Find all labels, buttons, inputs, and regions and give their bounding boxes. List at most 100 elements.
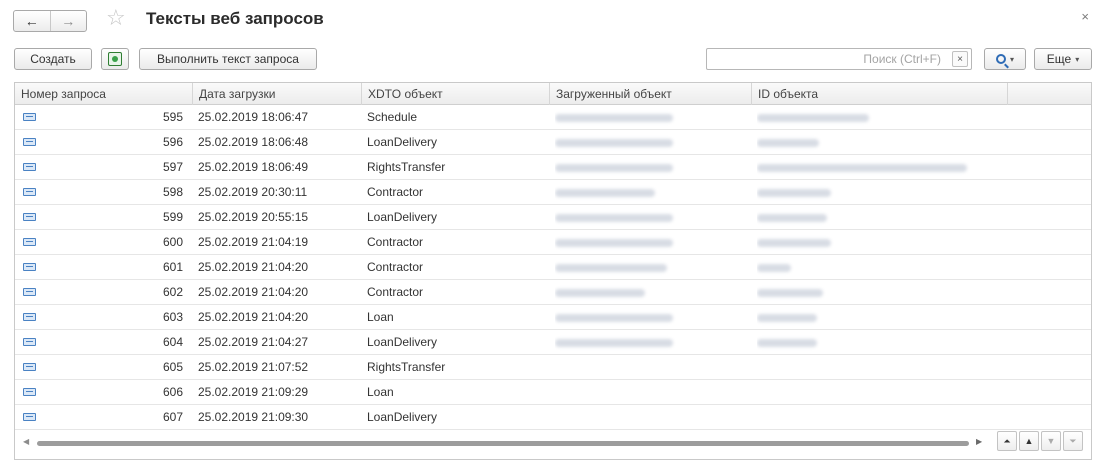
cell-xdto-object: RightsTransfer <box>367 360 446 374</box>
table-row[interactable]: 604 25.02.2019 21:04:27 LoanDelivery <box>15 330 1091 355</box>
cell-loaded-object-redacted <box>555 380 743 404</box>
cell-request-number: 602 <box>162 285 183 299</box>
cell-loaded-object-redacted <box>555 305 743 329</box>
column-header-request-number[interactable]: Номер запроса <box>15 83 193 105</box>
cell-loaded-object-redacted <box>555 130 743 154</box>
table-row[interactable]: 601 25.02.2019 21:04:20 Contractor <box>15 255 1091 280</box>
cell-object-id-redacted <box>757 180 987 204</box>
cell-request-number: 599 <box>162 210 183 224</box>
page-up-icon[interactable]: ▲ <box>1019 431 1039 451</box>
cell-loaded-object-redacted <box>555 230 743 254</box>
cell-xdto-object: Contractor <box>367 285 424 299</box>
cell-load-date: 25.02.2019 21:09:30 <box>198 410 309 424</box>
cell-request-number: 596 <box>162 135 183 149</box>
cell-xdto-object: RightsTransfer <box>367 160 446 174</box>
column-header-object-id[interactable]: ID объекта <box>752 83 1008 105</box>
cell-loaded-object-redacted <box>555 105 743 129</box>
table-row[interactable]: 602 25.02.2019 21:04:20 Contractor <box>15 280 1091 305</box>
cell-loaded-object-redacted <box>555 155 743 179</box>
table-row[interactable]: 606 25.02.2019 21:09:29 Loan <box>15 380 1091 405</box>
column-header-loaded-object[interactable]: Загруженный объект <box>550 83 752 105</box>
cell-load-date: 25.02.2019 18:06:48 <box>198 135 309 149</box>
favorite-star-icon[interactable]: ☆ <box>106 7 126 29</box>
chevron-down-icon: ▾ <box>1075 54 1080 64</box>
cell-xdto-object: Loan <box>367 310 394 324</box>
page-down-icon[interactable]: ▼ <box>1041 431 1061 451</box>
scroll-left-icon[interactable]: ◀ <box>23 437 29 446</box>
cell-request-number: 607 <box>162 410 183 424</box>
cell-xdto-object: LoanDelivery <box>367 335 438 349</box>
close-icon[interactable]: × <box>1081 9 1089 24</box>
table-row[interactable]: 598 25.02.2019 20:30:11 Contractor <box>15 180 1091 205</box>
cell-load-date: 25.02.2019 21:09:29 <box>198 385 309 399</box>
table-row[interactable]: 595 25.02.2019 18:06:47 Schedule <box>15 105 1091 130</box>
redacted-text <box>555 313 673 322</box>
column-header-xdto-object[interactable]: XDTO объект <box>362 83 550 105</box>
redacted-text <box>555 113 673 122</box>
search-button[interactable]: ▾ <box>984 48 1026 70</box>
redacted-text <box>757 338 817 347</box>
cell-object-id-redacted <box>757 355 987 379</box>
cell-object-id-redacted <box>757 405 987 429</box>
more-button[interactable]: Еще ▾ <box>1034 48 1092 70</box>
cell-object-id-redacted <box>757 205 987 229</box>
redacted-text <box>757 188 831 197</box>
redacted-text <box>555 288 645 297</box>
horizontal-scrollbar[interactable]: ◀ ▶ <box>15 436 987 450</box>
cell-load-date: 25.02.2019 21:04:19 <box>198 235 309 249</box>
cell-xdto-object: LoanDelivery <box>367 210 438 224</box>
redacted-text <box>757 113 869 122</box>
table-row[interactable]: 607 25.02.2019 21:09:30 LoanDelivery <box>15 405 1091 430</box>
export-excel-button[interactable] <box>101 48 129 70</box>
table-row[interactable]: 597 25.02.2019 18:06:49 RightsTransfer <box>15 155 1091 180</box>
cell-loaded-object-redacted <box>555 280 743 304</box>
nav-buttons: ← → <box>13 10 87 32</box>
table-row[interactable]: 605 25.02.2019 21:07:52 RightsTransfer <box>15 355 1091 380</box>
redacted-text <box>555 213 673 222</box>
cell-request-number: 600 <box>162 235 183 249</box>
cell-load-date: 25.02.2019 21:04:20 <box>198 310 309 324</box>
cell-request-number: 604 <box>162 335 183 349</box>
search-box: × <box>706 48 972 70</box>
chevron-down-icon: ▾ <box>1009 54 1014 64</box>
table-row[interactable]: 596 25.02.2019 18:06:48 LoanDelivery <box>15 130 1091 155</box>
back-arrow-icon[interactable]: ← <box>14 11 50 31</box>
cell-xdto-object: Loan <box>367 385 394 399</box>
forward-arrow-icon[interactable]: → <box>49 11 87 31</box>
redacted-text <box>757 288 823 297</box>
title-bar: ← → ☆ Тексты веб запросов × <box>0 0 1101 40</box>
search-clear-icon[interactable]: × <box>952 51 968 67</box>
cell-load-date: 25.02.2019 20:55:15 <box>198 210 309 224</box>
redacted-text <box>757 263 791 272</box>
column-header-load-date[interactable]: Дата загрузки <box>193 83 362 105</box>
cell-request-number: 597 <box>162 160 183 174</box>
table-row[interactable]: 600 25.02.2019 21:04:19 Contractor <box>15 230 1091 255</box>
cell-request-number: 606 <box>162 385 183 399</box>
cell-load-date: 25.02.2019 21:07:52 <box>198 360 309 374</box>
cell-xdto-object: LoanDelivery <box>367 410 438 424</box>
table-header: Номер запроса Дата загрузки XDTO объект … <box>15 83 1091 105</box>
redacted-text <box>757 138 819 147</box>
cell-load-date: 25.02.2019 18:06:49 <box>198 160 309 174</box>
cell-loaded-object-redacted <box>555 330 743 354</box>
go-to-last-icon[interactable]: ⏷ <box>1063 431 1083 451</box>
go-to-first-icon[interactable]: ⏶ <box>997 431 1017 451</box>
cell-loaded-object-redacted <box>555 255 743 279</box>
search-input[interactable] <box>707 49 947 69</box>
table-row[interactable]: 603 25.02.2019 21:04:20 Loan <box>15 305 1091 330</box>
cell-object-id-redacted <box>757 130 987 154</box>
search-icon <box>995 54 1006 64</box>
cell-request-number: 605 <box>162 360 183 374</box>
redacted-text <box>555 263 667 272</box>
more-label: Еще <box>1046 52 1072 66</box>
cell-object-id-redacted <box>757 230 987 254</box>
redacted-text <box>757 238 831 247</box>
excel-icon <box>108 52 122 66</box>
execute-query-button[interactable]: Выполнить текст запроса <box>139 48 317 70</box>
scrollbar-thumb[interactable] <box>37 441 969 446</box>
scroll-right-icon[interactable]: ▶ <box>976 437 982 446</box>
table-row[interactable]: 599 25.02.2019 20:55:15 LoanDelivery <box>15 205 1091 230</box>
cell-object-id-redacted <box>757 280 987 304</box>
create-button[interactable]: Создать <box>14 48 92 70</box>
table-body: 595 25.02.2019 18:06:47 Schedule 596 25.02.2… <box>15 105 1091 430</box>
